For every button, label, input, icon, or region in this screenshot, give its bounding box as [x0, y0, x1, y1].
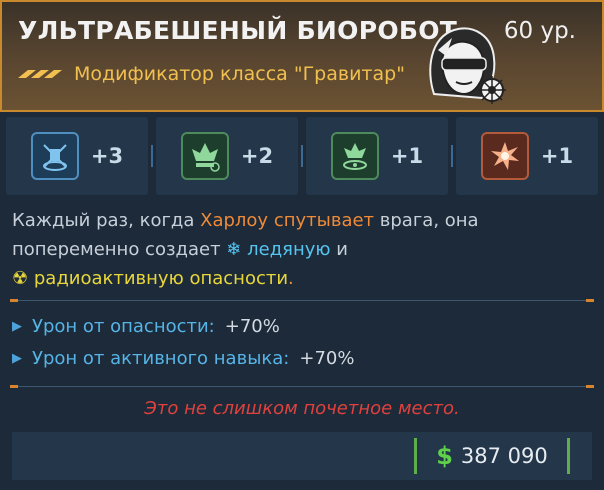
class-mod-chevrons-icon [18, 70, 62, 78]
bio-growth-icon [180, 132, 229, 180]
class-modifier-label: Модификатор класса "Гравитар" [74, 63, 405, 85]
section-divider [10, 385, 594, 388]
skill-bonus-3[interactable]: +1 [306, 117, 453, 195]
snowflake-icon: ❄ [226, 239, 248, 260]
section-divider [10, 299, 594, 302]
cash-icon: $ [436, 442, 453, 470]
stat-hazard-damage: ▶ Урон от опасности: +70% [12, 316, 280, 337]
flavor-text: Это не слишком почетное место. [144, 398, 460, 419]
drone-skill-icon [30, 132, 79, 180]
skill-bonus-value: +1 [390, 144, 424, 168]
desc-radioactive: радиоактивную опасности [33, 268, 289, 289]
bio-hazard-icon [330, 132, 379, 180]
stat-action-skill-damage: ▶ Урон от активного навыка: +70% [12, 348, 354, 369]
stat-label: Урон от активного навыка: [32, 348, 290, 369]
item-price: $ 387 090 [414, 438, 570, 474]
skill-bonus-value: +3 [90, 144, 124, 168]
desc-harlowe: Харлоу [200, 210, 269, 231]
skill-bonus-4[interactable]: +1 [456, 117, 598, 195]
explosion-icon [480, 132, 529, 180]
skill-bonus-value: +1 [540, 144, 574, 168]
stat-value: +70% [224, 316, 280, 337]
skill-separator [151, 145, 153, 167]
harlowe-portrait-icon [429, 27, 506, 104]
skill-separator [451, 145, 453, 167]
radiation-icon: ☢ [12, 268, 34, 289]
bullet-icon: ▶ [12, 319, 22, 334]
skill-bonus-1[interactable]: +3 [6, 117, 153, 195]
item-description: Каждый раз, когда Харлоу спутывает врага… [12, 206, 592, 293]
price-amount: 387 090 [460, 444, 548, 468]
skill-bonus-row: +3 +2 +1 +1 [0, 117, 604, 197]
class-modifier-row: Модификатор класса "Гравитар" [18, 60, 405, 88]
stat-value: +70% [299, 348, 355, 369]
item-footer: $ 387 090 [12, 432, 592, 480]
desc-entangle: спутывает [273, 210, 375, 231]
desc-text: Каждый раз, когда [12, 210, 201, 231]
desc-text: . [288, 268, 294, 289]
skill-bonus-2[interactable]: +2 [156, 117, 303, 195]
desc-text: и [330, 239, 348, 260]
item-card-header: УЛЬТРАБЕШЕНЫЙ БИОРОБОТ 60 ур. Модификато… [0, 0, 604, 112]
item-title: УЛЬТРАБЕШЕНЫЙ БИОРОБОТ [18, 16, 458, 45]
desc-icy: ледяную [247, 239, 331, 260]
stat-label: Урон от опасности: [32, 316, 215, 337]
skill-separator [301, 145, 303, 167]
bullet-icon: ▶ [12, 351, 22, 366]
skill-bonus-value: +2 [240, 144, 274, 168]
